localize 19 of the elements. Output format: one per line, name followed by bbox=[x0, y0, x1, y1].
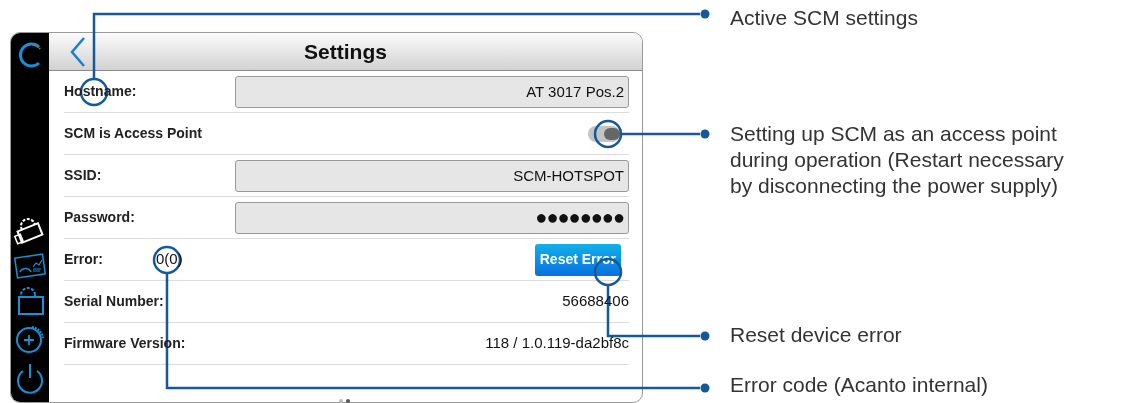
field-label: SSID: bbox=[64, 166, 103, 185]
field-label: SCM is Access Point bbox=[64, 124, 203, 143]
screen-title: Settings bbox=[304, 39, 387, 63]
field-label: Error: bbox=[64, 250, 104, 269]
add-icon[interactable] bbox=[14, 323, 46, 355]
dashboard-icon[interactable] bbox=[14, 253, 46, 279]
field-label: Password: bbox=[64, 208, 136, 227]
password-field[interactable]: ●●●●●●●● bbox=[235, 201, 629, 234]
callout-text: Reset device error bbox=[730, 322, 903, 348]
callout-text: Active SCM settings bbox=[730, 5, 919, 31]
field-value: 118 / 1.0.119-da2bf8c bbox=[484, 333, 629, 354]
field-label: Serial Number: bbox=[64, 292, 165, 311]
power-icon[interactable] bbox=[14, 361, 46, 395]
callout-text: Error code (Acanto internal) bbox=[730, 372, 989, 398]
callout-text: Setting up SCM as an access point during operation (Restart necessary by disconnecting the power supply) bbox=[730, 121, 1065, 199]
page-indicator-icon bbox=[338, 398, 352, 403]
input-field[interactable]: AT 3017 Pos.2 bbox=[235, 75, 629, 108]
input-field[interactable]: SCM-HOTSPOT bbox=[235, 159, 629, 192]
back-icon[interactable] bbox=[69, 35, 87, 68]
